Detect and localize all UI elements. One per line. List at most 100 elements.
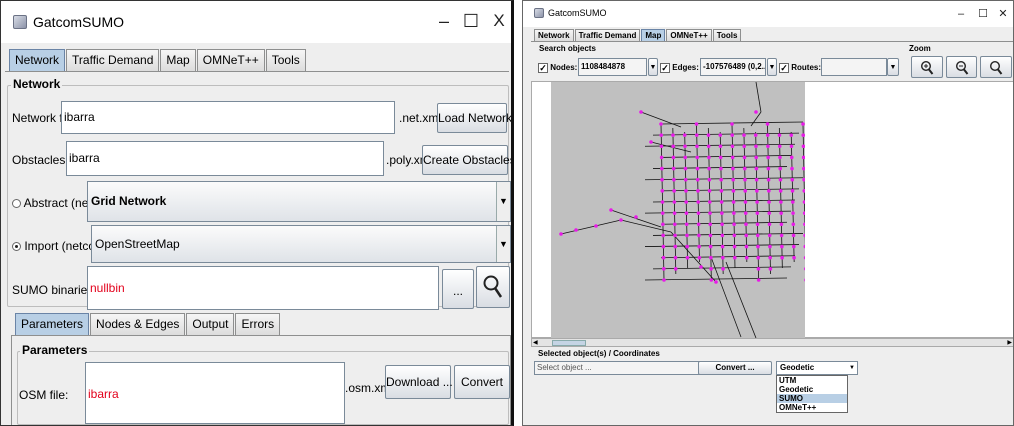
road-node [766,166,771,171]
routes-dropdown[interactable]: ▼ [887,58,899,76]
sumo-binaries-input[interactable]: nullbin [87,266,439,310]
road-node [730,133,735,137]
road-node [744,255,749,260]
nodes-input[interactable]: 1108484878 [578,58,647,76]
option-geodetic[interactable]: Geodetic [777,385,847,394]
tab-map[interactable]: Map [641,29,666,41]
road-node [742,133,746,137]
minimize-icon[interactable]: – [951,1,971,27]
load-network-button[interactable]: Load Network [437,103,511,133]
road-node [661,244,666,249]
road-node [766,155,770,160]
scrollbar-thumb[interactable] [552,340,586,346]
edges-checkbox[interactable]: ✓ [660,63,670,73]
tab-traffic-demand[interactable]: Traffic Demand [574,29,641,41]
tab-errors[interactable]: Errors [235,313,281,335]
download-button[interactable]: Download ... [385,365,453,399]
tab-network[interactable]: Network [534,29,574,41]
abstract-radio[interactable] [12,199,21,209]
zoom-out-button[interactable] [946,56,977,78]
chevron-down-icon[interactable]: ▼ [847,362,857,374]
coordinate-convert-button[interactable]: Convert ... [698,361,772,375]
edges-dropdown[interactable]: ▼ [767,58,777,76]
routes-input[interactable] [821,58,887,76]
routes-checkbox[interactable]: ✓ [779,63,789,73]
tab-network[interactable]: Network [9,49,66,71]
road-node [699,265,703,269]
main-tabs: Network Traffic Demand Map OMNeT++ Tools [9,49,307,71]
zoom-fit-button[interactable] [980,56,1012,78]
chevron-down-icon: ▼ [768,64,776,71]
scroll-right-icon[interactable]: ▶ [1007,339,1012,346]
title-bar: GatcomSUMO – ☐ ✕ [523,1,1013,27]
road-node [696,222,701,227]
road-node [743,211,748,215]
road-node [789,144,794,149]
option-omnet[interactable]: OMNeT++ [777,403,847,412]
road-node [777,133,782,137]
chevron-down-icon[interactable]: ▼ [496,226,510,262]
nodes-checkbox[interactable]: ✓ [538,63,548,73]
tab-traffic-demand[interactable]: Traffic Demand [66,49,160,71]
app-icon [534,8,544,18]
tab-map[interactable]: Map [160,49,196,71]
road-node [673,267,678,271]
road-node [732,244,737,249]
search-button[interactable] [476,266,510,308]
create-obstacles-button[interactable]: Create Obstacles [422,145,511,175]
road-node [714,280,718,284]
tab-tools[interactable]: Tools [265,49,306,71]
obstacles-file-input[interactable]: ibarra [66,141,384,176]
osm-file-input[interactable]: ibarra [85,362,345,424]
road-node [709,267,713,271]
tab-parameters[interactable]: Parameters [15,313,90,335]
tab-tools[interactable]: Tools [712,29,742,41]
tab-omnet[interactable]: OMNeT++ [196,49,265,71]
road-node [659,155,664,160]
network-map[interactable] [551,82,805,338]
road-node [673,222,677,227]
road-node [778,189,783,193]
road-node [756,244,760,249]
road-node [708,211,712,215]
nodes-check-row[interactable]: ✓ Nodes: [538,63,577,73]
option-sumo[interactable]: SUMO [777,394,847,403]
routes-check-row[interactable]: ✓ Routes: [779,63,821,73]
road-node [743,189,748,193]
road-node [718,144,723,149]
close-icon[interactable]: ✕ [993,1,1013,27]
scroll-left-icon[interactable]: ◀ [533,339,538,346]
convert-button[interactable]: Convert [454,365,510,399]
horizontal-scrollbar[interactable]: ◀ ▶ [531,338,1013,347]
maximize-icon[interactable]: ☐ [973,1,993,27]
tab-omnet[interactable]: OMNeT++ [666,29,712,41]
edges-check-row[interactable]: ✓ Edges: [660,63,699,73]
abstract-network-combo[interactable]: Grid Network ▼ [87,181,511,222]
chevron-down-icon[interactable]: ▼ [496,182,510,221]
tab-output[interactable]: Output [186,313,235,335]
zoom-in-button[interactable] [911,56,943,78]
minimize-icon[interactable]: – [429,1,459,41]
import-radio[interactable] [12,242,21,252]
nodes-dropdown[interactable]: ▼ [648,58,658,76]
road-node [754,166,759,171]
import-source-combo[interactable]: OpenStreetMap ▼ [91,225,511,263]
road-node [743,200,748,204]
road-node [634,215,638,219]
network-file-input[interactable]: ibarra [61,101,395,134]
road-node [755,189,759,193]
road-node [695,144,699,149]
option-utm[interactable]: UTM [777,376,847,385]
maximize-icon[interactable]: ☐ [456,1,486,41]
road-node [780,255,784,260]
road-node [706,144,711,149]
road-node [790,189,795,193]
road-node [685,244,689,249]
browse-button[interactable]: ... [442,269,474,309]
edges-input[interactable]: -107576489 (0,2... [700,58,766,76]
tab-nodes-edges[interactable]: Nodes & Edges [90,313,186,335]
close-icon[interactable]: X [485,1,511,41]
road-node [754,155,758,160]
select-object-field[interactable]: Select object ... [534,361,702,375]
coordinate-system-combo[interactable]: Geodetic ▼ [776,361,858,375]
